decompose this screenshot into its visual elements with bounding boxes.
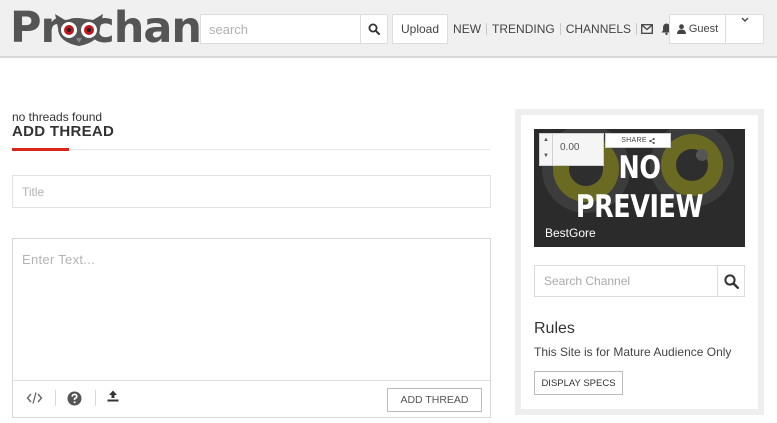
user-menu-button[interactable]: Guest — [669, 14, 726, 44]
code-icon — [26, 392, 43, 404]
user-dropdown-toggle[interactable] — [726, 14, 764, 44]
channel-name: BestGore — [545, 226, 596, 240]
envelope-icon — [641, 24, 654, 34]
site-search — [200, 14, 388, 44]
no-preview-text-line2: PREVIEW — [575, 189, 704, 225]
sidebar: ▲ ▼ 0.00 SHARE NO PREVIEW BestGore Rul — [515, 109, 764, 415]
upload-attachment-button[interactable] — [107, 390, 119, 402]
editor-toolbar: ADD THREAD — [13, 380, 490, 417]
chevron-down-icon — [741, 17, 748, 22]
channel-search-input[interactable] — [535, 266, 717, 296]
owl-eyes-icon — [55, 14, 103, 46]
search-icon — [723, 273, 739, 289]
thread-title-input[interactable] — [12, 175, 491, 208]
upload-button[interactable]: Upload — [392, 14, 449, 44]
user-icon — [676, 24, 686, 34]
toolbar-divider — [55, 390, 56, 406]
no-preview-text-line1: NO — [618, 150, 661, 186]
share-icon — [649, 137, 655, 144]
share-label: SHARE — [621, 137, 647, 144]
site-header: Prochan Upload NEW TRENDING CHANNELS — [0, 0, 777, 58]
title-accent-bar — [12, 148, 69, 151]
channel-search — [534, 265, 745, 297]
page-title: ADD THREAD — [12, 123, 115, 140]
main-nav: Upload NEW TRENDING CHANNELS — [392, 14, 676, 44]
rules-heading: Rules — [534, 320, 575, 337]
toolbar-divider — [95, 390, 96, 406]
channel-search-button[interactable] — [717, 266, 744, 296]
empty-state-text: no threads found — [12, 110, 103, 124]
caret-up-icon[interactable]: ▲ — [543, 137, 549, 143]
site-search-button[interactable] — [360, 15, 387, 43]
channel-card[interactable]: ▲ ▼ 0.00 SHARE NO PREVIEW BestGore — [534, 129, 745, 247]
user-name: Guest — [688, 23, 719, 35]
thread-text-input[interactable] — [13, 239, 490, 380]
question-circle-icon — [67, 391, 82, 406]
add-thread-button[interactable]: ADD THREAD — [387, 388, 482, 412]
share-button[interactable]: SHARE — [605, 133, 671, 148]
nav-link-trending[interactable]: TRENDING — [487, 22, 560, 36]
display-specs-button[interactable]: DISPLAY SPECS — [534, 371, 623, 395]
site-search-input[interactable] — [201, 15, 360, 43]
rules-text: This Site is for Mature Audience Only — [534, 345, 732, 359]
code-button[interactable] — [26, 391, 43, 405]
nav-link-new[interactable]: NEW — [448, 22, 486, 36]
search-icon — [368, 23, 380, 35]
nav-link-channels[interactable]: CHANNELS — [561, 22, 636, 36]
title-divider — [12, 149, 490, 150]
thread-editor: ADD THREAD — [12, 238, 491, 418]
upload-icon — [107, 390, 119, 402]
help-button[interactable] — [67, 391, 82, 406]
messages-button[interactable] — [637, 24, 657, 34]
caret-down-icon[interactable]: ▼ — [543, 153, 549, 159]
